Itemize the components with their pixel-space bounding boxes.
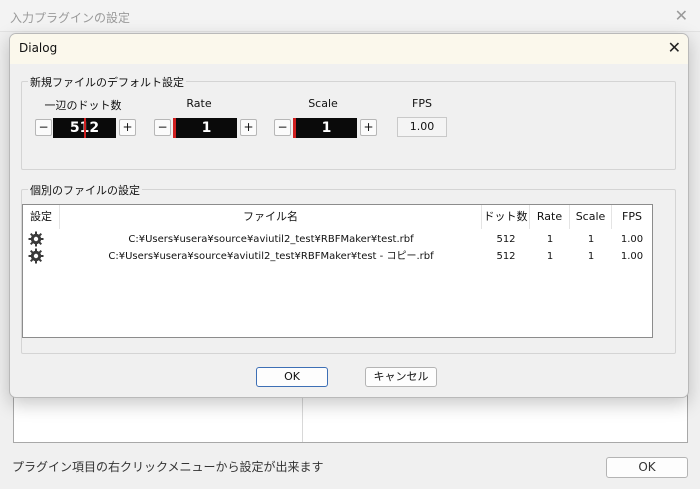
dot-count-slider-marker bbox=[84, 118, 86, 138]
dot-count-value[interactable]: 512 bbox=[53, 118, 116, 138]
scale-increment-button[interactable]: + bbox=[360, 119, 377, 136]
defaults-group-label: 新規ファイルのデフォルト設定 bbox=[28, 74, 186, 90]
dialog-close-icon[interactable]: ✕ bbox=[668, 38, 681, 57]
parent-list-column-divider bbox=[302, 396, 303, 442]
row-1-fps: 1.00 bbox=[620, 234, 644, 245]
parent-window-titlebar: 入力プラグインの設定 ✕ bbox=[0, 0, 700, 32]
dialog-title: Dialog bbox=[19, 41, 58, 55]
settings-dialog: Dialog ✕ 新規ファイルのデフォルト設定 一辺のドット数 − 512 + … bbox=[9, 33, 689, 398]
row-settings-gear-icon[interactable] bbox=[28, 231, 44, 247]
dot-count-decrement-button[interactable]: − bbox=[35, 119, 52, 136]
row-settings-gear-icon[interactable] bbox=[28, 248, 44, 264]
column-header-settings[interactable]: 設定 bbox=[23, 205, 60, 229]
row-2-filename: C:¥Users¥usera¥source¥aviutil2_test¥RBFM… bbox=[108, 251, 434, 262]
row-1-scale: 1 bbox=[587, 234, 595, 245]
scale-decrement-button[interactable]: − bbox=[274, 119, 291, 136]
dot-count-increment-button[interactable]: + bbox=[119, 119, 136, 136]
parent-close-icon[interactable]: ✕ bbox=[675, 6, 688, 25]
file-settings-table[interactable]: 設定 ファイル名 ドット数 Rate Scale FPS C:¥Users¥us… bbox=[22, 204, 653, 338]
column-header-rate[interactable]: Rate bbox=[530, 205, 570, 229]
parent-status-text: プラグイン項目の右クリックメニューから設定が出来ます bbox=[12, 460, 324, 474]
row-2-fps: 1.00 bbox=[620, 251, 644, 262]
rate-value[interactable]: 1 bbox=[173, 118, 237, 138]
ok-button[interactable]: OK bbox=[256, 367, 328, 387]
column-header-dots[interactable]: ドット数 bbox=[482, 205, 530, 229]
parent-plugin-list[interactable] bbox=[13, 395, 688, 443]
parent-ok-button[interactable]: OK bbox=[606, 457, 688, 478]
scale-value[interactable]: 1 bbox=[293, 118, 357, 138]
scale-stepper: − 1 + bbox=[274, 118, 378, 138]
column-header-filename[interactable]: ファイル名 bbox=[60, 205, 482, 229]
rate-decrement-button[interactable]: − bbox=[154, 119, 171, 136]
row-2-rate: 1 bbox=[546, 251, 554, 262]
row-1-filename: C:¥Users¥usera¥source¥aviutil2_test¥RBFM… bbox=[128, 234, 414, 245]
row-1-dots: 512 bbox=[496, 234, 516, 245]
column-header-scale[interactable]: Scale bbox=[570, 205, 612, 229]
column-header-fps[interactable]: FPS bbox=[612, 205, 652, 229]
scale-label: Scale bbox=[308, 97, 338, 110]
row-1-rate: 1 bbox=[546, 234, 554, 245]
dot-count-stepper: − 512 + bbox=[35, 118, 137, 138]
rate-increment-button[interactable]: + bbox=[240, 119, 257, 136]
dot-count-label: 一辺のドット数 bbox=[44, 99, 122, 112]
row-2-dots: 512 bbox=[496, 251, 516, 262]
rate-label: Rate bbox=[186, 97, 212, 110]
cancel-button[interactable]: キャンセル bbox=[365, 367, 437, 387]
row-2-scale: 1 bbox=[587, 251, 595, 262]
fps-label: FPS bbox=[412, 97, 432, 110]
rate-stepper: − 1 + bbox=[154, 118, 258, 138]
fps-field[interactable]: 1.00 bbox=[397, 117, 447, 137]
files-group-label: 個別のファイルの設定 bbox=[28, 182, 142, 198]
parent-window-title: 入力プラグインの設定 bbox=[10, 11, 131, 25]
dialog-titlebar: Dialog ✕ bbox=[10, 34, 688, 64]
